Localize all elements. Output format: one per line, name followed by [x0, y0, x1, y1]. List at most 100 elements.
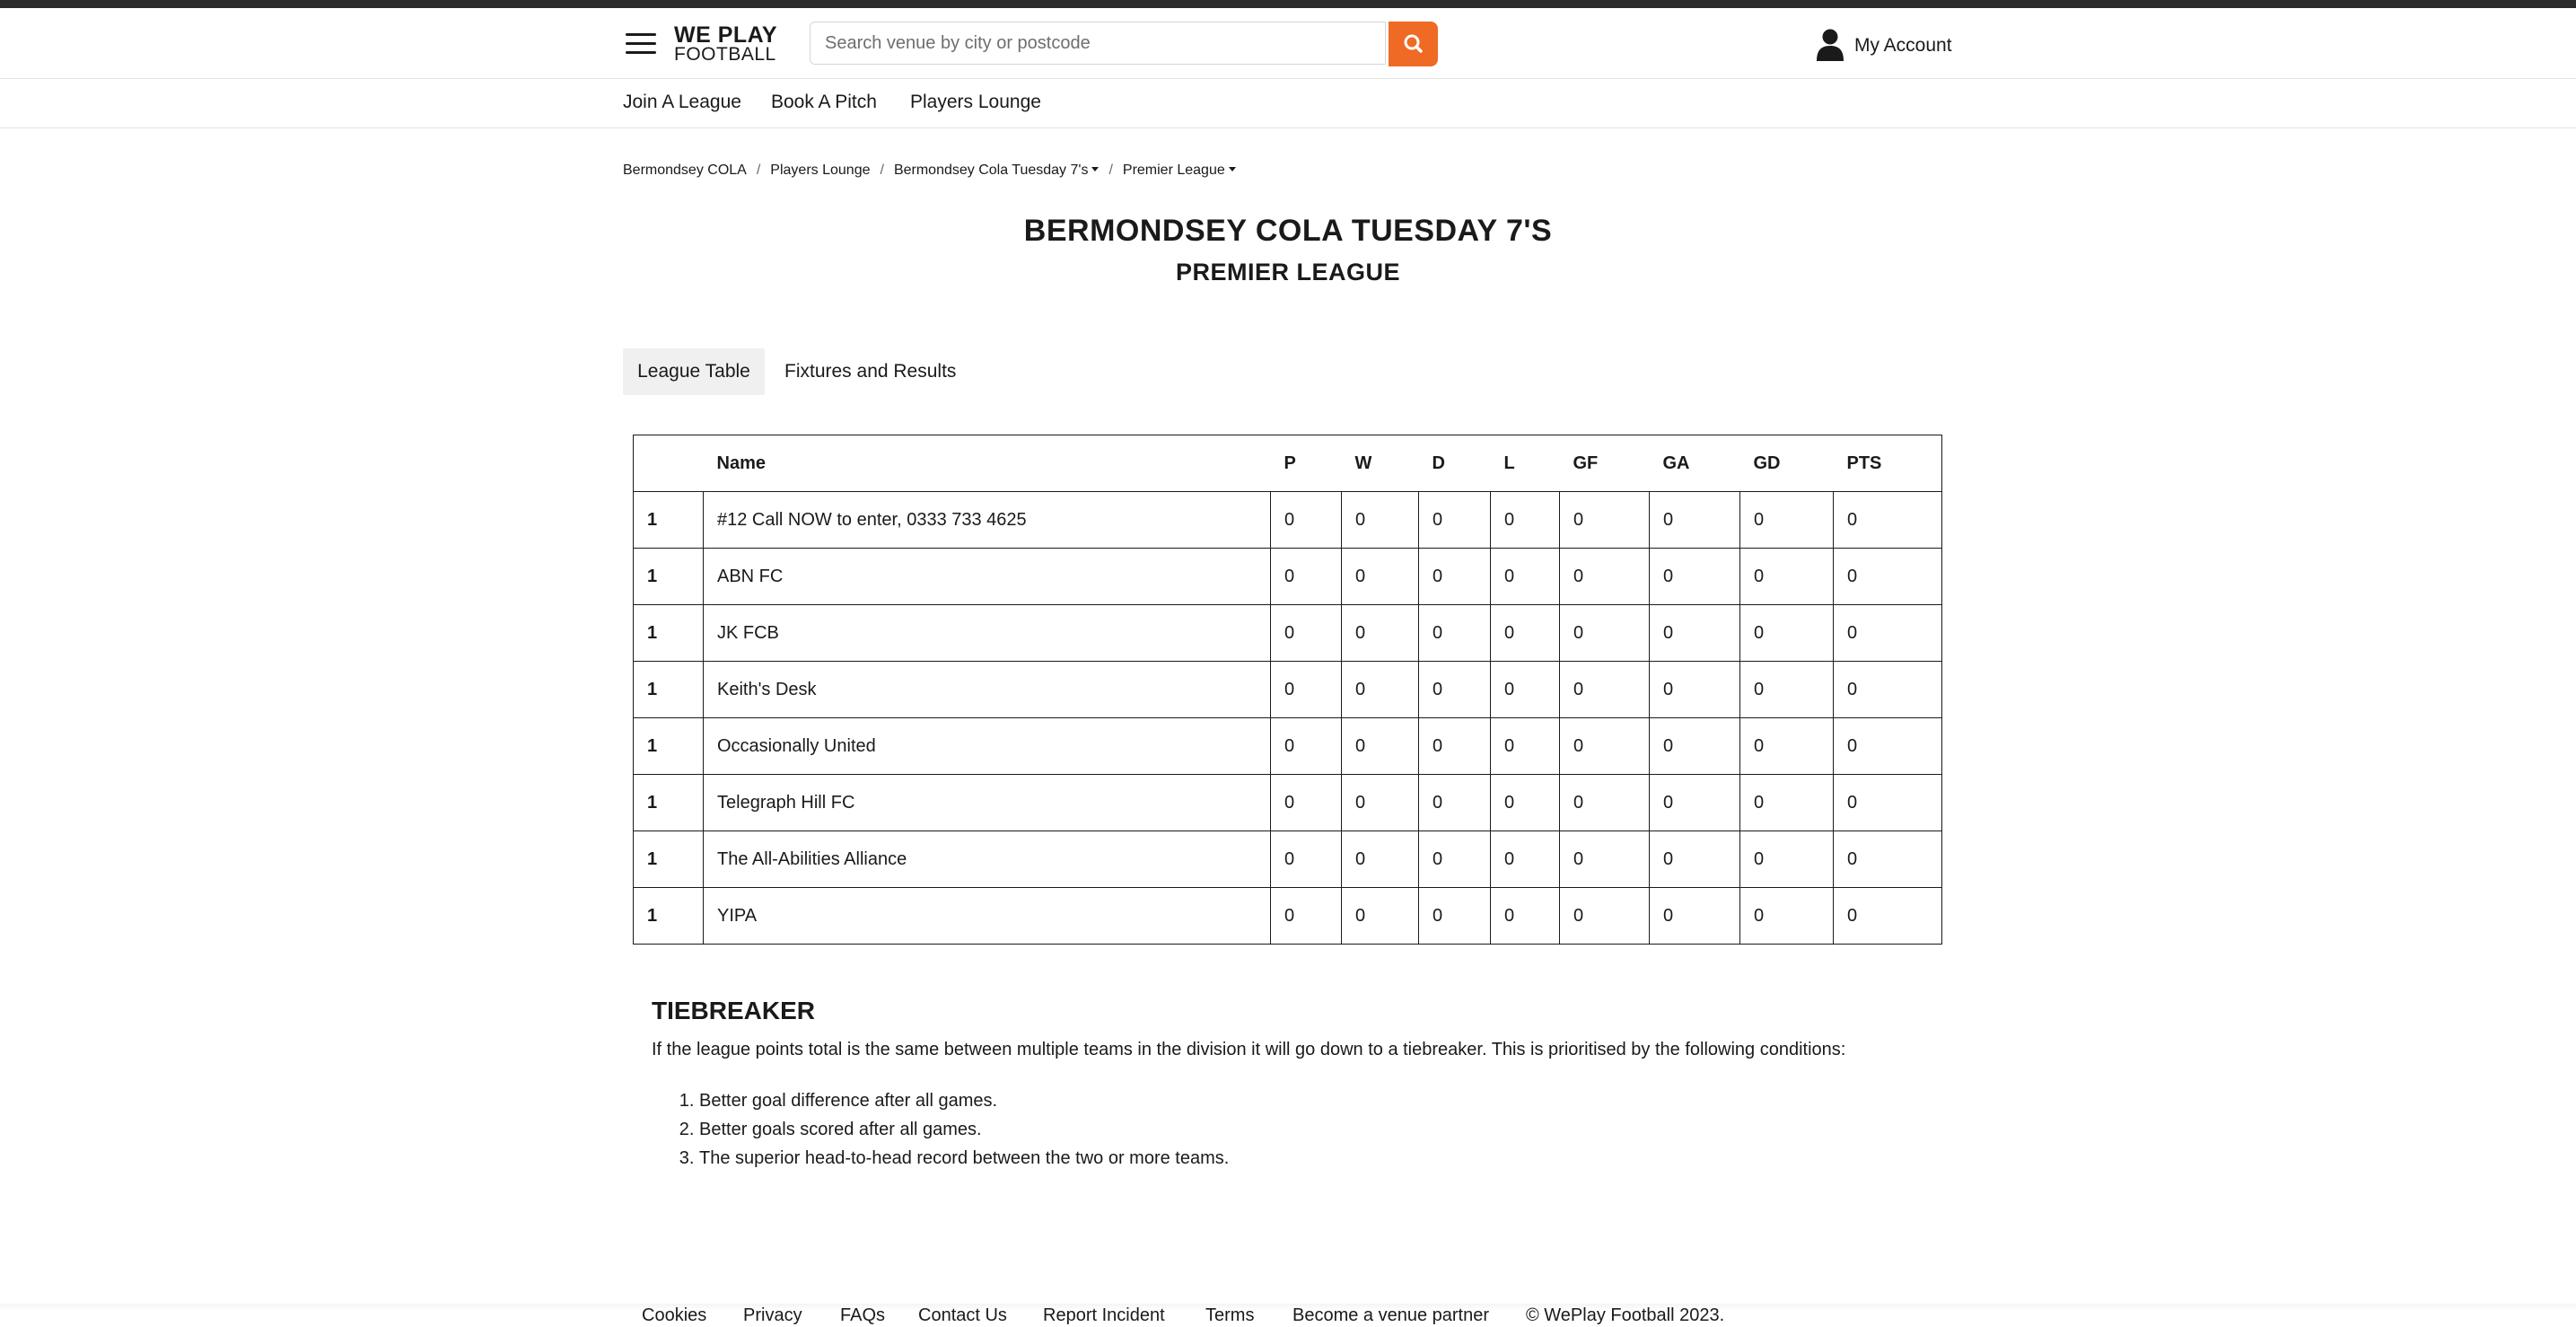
cell-drawn: 0 — [1418, 774, 1491, 831]
cell-goals-for: 0 — [1559, 491, 1650, 549]
search-input[interactable] — [810, 22, 1386, 65]
footer-link-faqs[interactable]: FAQs — [840, 1305, 885, 1326]
footer-link-become-venue-partner[interactable]: Become a venue partner — [1292, 1305, 1489, 1326]
column-header-rank — [633, 435, 704, 492]
breadcrumb-separator: / — [880, 163, 884, 178]
league-table: Name P W D L GF GA GD PTS 1 #12 Call NOW to enter… — [633, 435, 1942, 945]
footer-link-terms[interactable]: Terms — [1205, 1305, 1254, 1326]
tab-league-table[interactable]: League Table — [623, 348, 765, 395]
my-account-label: My Account — [1854, 35, 1952, 56]
cell-lost: 0 — [1490, 491, 1560, 549]
cell-goals-for: 0 — [1559, 548, 1650, 605]
cell-drawn: 0 — [1418, 830, 1491, 888]
cell-goals-against: 0 — [1649, 491, 1740, 549]
cell-drawn: 0 — [1418, 491, 1491, 549]
cell-played: 0 — [1270, 774, 1342, 831]
cell-goal-difference: 0 — [1739, 887, 1834, 945]
tiebreaker-conditions: Better goal difference after all games. … — [652, 1086, 1229, 1173]
cell-goals-against: 0 — [1649, 717, 1740, 775]
cell-name: Telegraph Hill FC — [703, 774, 1271, 831]
column-header-goal-difference: GD — [1739, 435, 1834, 492]
cell-points: 0 — [1833, 661, 1942, 718]
site-header: WE PLAY FOOTBALL My Account — [0, 8, 2576, 79]
cell-rank: 1 — [633, 887, 704, 945]
tab-fixtures-and-results[interactable]: Fixtures and Results — [784, 348, 956, 395]
footer-copyright: © WePlay Football 2023. — [1526, 1305, 1725, 1325]
breadcrumb-item-players-lounge[interactable]: Players Lounge — [770, 163, 870, 178]
cell-lost: 0 — [1490, 717, 1560, 775]
cell-lost: 0 — [1490, 548, 1560, 605]
cell-lost: 0 — [1490, 661, 1560, 718]
caret-down-icon — [1091, 167, 1100, 171]
cell-rank: 1 — [633, 548, 704, 605]
tiebreaker-heading: TIEBREAKER — [652, 997, 816, 1024]
cell-points: 0 — [1833, 830, 1942, 888]
cell-played: 0 — [1270, 717, 1342, 775]
cell-goals-against: 0 — [1649, 548, 1740, 605]
breadcrumb-item-division[interactable]: Premier League — [1123, 163, 1236, 178]
nav-players-lounge[interactable]: Players Lounge — [910, 92, 1041, 113]
cell-goal-difference: 0 — [1739, 548, 1834, 605]
logo-line-1: WE PLAY — [674, 22, 778, 48]
cell-won: 0 — [1341, 661, 1419, 718]
cell-name: JK FCB — [703, 604, 1271, 662]
breadcrumb-league-label: Bermondsey Cola Tuesday 7's — [893, 163, 1089, 178]
cell-goals-for: 0 — [1559, 774, 1650, 831]
top-accent-bar — [0, 0, 2576, 8]
cell-drawn: 0 — [1418, 661, 1491, 718]
cell-won: 0 — [1341, 717, 1419, 775]
cell-name: The All-Abilities Alliance — [703, 830, 1271, 888]
cell-played: 0 — [1270, 661, 1342, 718]
cell-drawn: 0 — [1418, 604, 1491, 662]
column-header-name: Name — [703, 435, 1271, 492]
cell-lost: 0 — [1490, 830, 1560, 888]
cell-goals-against: 0 — [1649, 604, 1740, 662]
cell-played: 0 — [1270, 604, 1342, 662]
cell-points: 0 — [1833, 491, 1942, 549]
cell-points: 0 — [1833, 548, 1942, 605]
breadcrumb: Bermondsey COLA / Players Lounge / Bermondse… — [623, 163, 1236, 179]
venue-search — [810, 22, 1438, 66]
column-header-drawn: D — [1418, 435, 1491, 492]
nav-book-a-pitch[interactable]: Book A Pitch — [771, 92, 877, 113]
logo-line-2: FOOTBALL — [674, 44, 776, 65]
breadcrumb-item-league[interactable]: Bermondsey Cola Tuesday 7's — [894, 163, 1100, 178]
footer-link-contact-us[interactable]: Contact Us — [918, 1305, 1007, 1326]
cell-played: 0 — [1270, 548, 1342, 605]
column-header-won: W — [1341, 435, 1419, 492]
nav-join-a-league[interactable]: Join A League — [623, 92, 741, 113]
caret-down-icon — [1228, 167, 1236, 171]
menu-icon[interactable] — [626, 31, 656, 55]
cell-goal-difference: 0 — [1739, 491, 1834, 549]
cell-rank: 1 — [633, 491, 704, 549]
cell-points: 0 — [1833, 717, 1942, 775]
tiebreaker-condition: The superior head-to-head record between… — [699, 1144, 1229, 1173]
search-button[interactable] — [1389, 22, 1438, 66]
tiebreaker-description: If the league points total is the same b… — [652, 1040, 1846, 1059]
cell-goal-difference: 0 — [1739, 604, 1834, 662]
footer-link-cookies[interactable]: Cookies — [642, 1305, 706, 1326]
cell-lost: 0 — [1490, 774, 1560, 831]
cell-won: 0 — [1341, 774, 1419, 831]
cell-name: ABN FC — [703, 548, 1271, 605]
site-logo[interactable]: WE PLAY FOOTBALL — [674, 22, 778, 65]
cell-won: 0 — [1341, 548, 1419, 605]
cell-goals-for: 0 — [1559, 661, 1650, 718]
cell-goals-against: 0 — [1649, 830, 1740, 888]
cell-rank: 1 — [633, 717, 704, 775]
tiebreaker-condition: Better goals scored after all games. — [699, 1115, 1229, 1144]
cell-won: 0 — [1341, 491, 1419, 549]
cell-played: 0 — [1270, 491, 1342, 549]
cell-goals-for: 0 — [1559, 887, 1650, 945]
footer-link-privacy[interactable]: Privacy — [743, 1305, 802, 1326]
site-footer: Cookies Privacy FAQs Contact Us Report I… — [0, 1304, 2576, 1327]
cell-rank: 1 — [633, 830, 704, 888]
table-row: 1 Keith's Desk 0 0 0 0 0 0 0 0 — [633, 661, 1942, 718]
footer-link-report-incident[interactable]: Report Incident — [1043, 1305, 1165, 1326]
cell-played: 0 — [1270, 830, 1342, 888]
cell-goals-for: 0 — [1559, 717, 1650, 775]
cell-goal-difference: 0 — [1739, 717, 1834, 775]
tiebreaker-condition: Better goal difference after all games. — [699, 1086, 1229, 1115]
column-header-lost: L — [1490, 435, 1560, 492]
breadcrumb-item-venue[interactable]: Bermondsey COLA — [623, 163, 747, 178]
